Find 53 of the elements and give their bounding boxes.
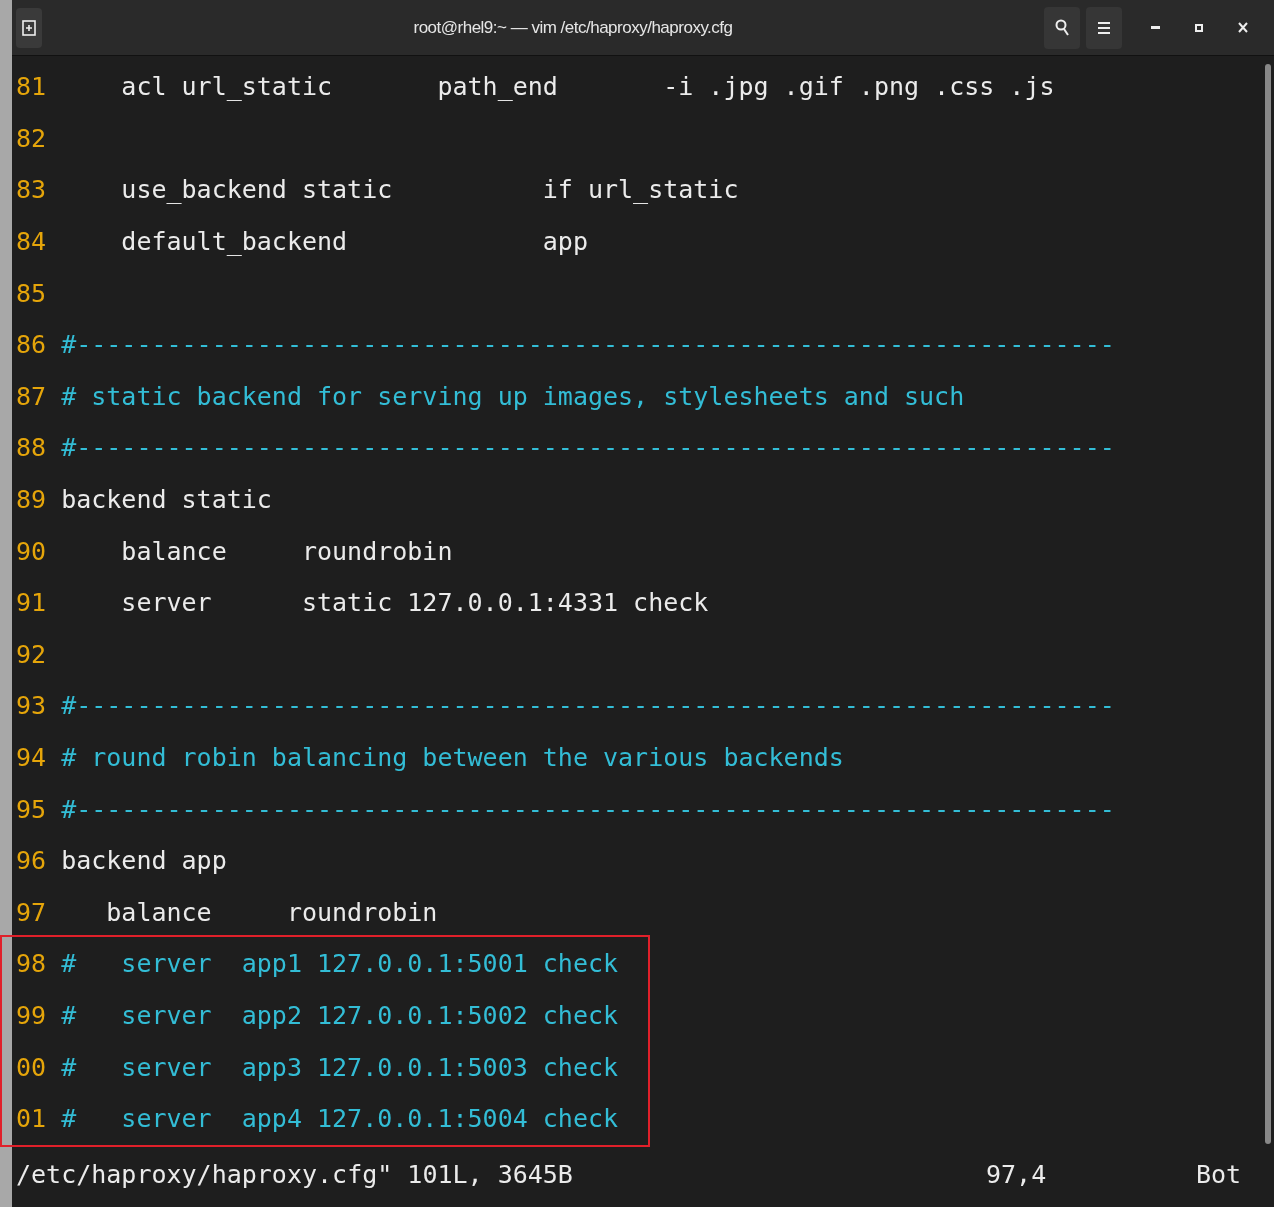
line-number: 89 [16,487,47,513]
line-number: 87 [16,383,47,409]
code-line: balance roundrobin [105,899,438,925]
comment-line: # static backend for serving up images, stylesheets and such [61,383,965,409]
maximize-icon [1195,23,1203,32]
line-number: 92 [16,641,47,667]
comment-line: #--------------------------------------------------------------------- [61,693,1115,719]
scrollbar[interactable] [1265,64,1271,1144]
line-number: 01 [16,1106,47,1132]
line-number: 81 [16,74,47,100]
line-number: 95 [16,796,47,822]
comment-line: # server app3 127.0.0.1:5003 check [61,1054,619,1080]
search-button[interactable] [1044,6,1080,49]
line-number: 98 [16,951,47,977]
code-line: backend static [61,487,272,513]
line-number: 82 [16,125,47,151]
minimize-icon [1150,26,1160,29]
window-title: root@rhel9:~ — vim /etc/haproxy/haproxy.cfg [413,16,733,39]
menu-button[interactable] [1086,6,1122,49]
comment-line: #--------------------------------------------------------------------- [61,332,1115,358]
code-line: balance roundrobin [120,538,453,564]
comment-line: #--------------------------------------------------------------------- [61,796,1115,822]
code-line: server static 127.0.0.1:4331 check [120,590,709,616]
line-number: 93 [16,693,47,719]
scroll-position: Bot [1196,1158,1242,1191]
line-number: 88 [16,435,47,461]
line-number: 99 [16,1003,47,1028]
comment-line: # round robin balancing between the various backends [61,745,844,770]
comment-line: # server app4 127.0.0.1:5004 check [61,1106,619,1132]
line-number: 97 [16,899,47,925]
menu-icon [1098,20,1110,35]
code-line: use_backend static if url_static [120,177,739,203]
status-message: /etc/haproxy/haproxy.cfg" 101L, 3645B [16,1158,574,1191]
line-number: 84 [16,229,47,255]
line-number: 90 [16,538,47,564]
search-icon [1055,18,1069,37]
comment-line: #--------------------------------------------------------------------- [61,435,1115,461]
code-line: backend app [61,848,227,874]
line-number: 96 [16,848,47,874]
new-tab-icon [22,19,36,36]
code-line: default_backend app [120,229,588,255]
comment-line: # server app2 127.0.0.1:5002 check [61,1003,619,1028]
line-number: 00 [16,1054,47,1080]
line-number: 83 [16,177,47,203]
line-number: 85 [16,280,47,306]
line-number: 91 [16,590,47,616]
code-line: acl url_static path_end -i .jpg .gif .png .css .js [120,74,1055,100]
comment-line: # server app1 127.0.0.1:5001 check [61,951,619,977]
new-tab-button[interactable] [16,7,42,48]
cursor-position: 97,4 [986,1158,1048,1191]
line-number: 86 [16,332,47,358]
close-icon [1238,22,1248,33]
line-number: 94 [16,745,47,770]
